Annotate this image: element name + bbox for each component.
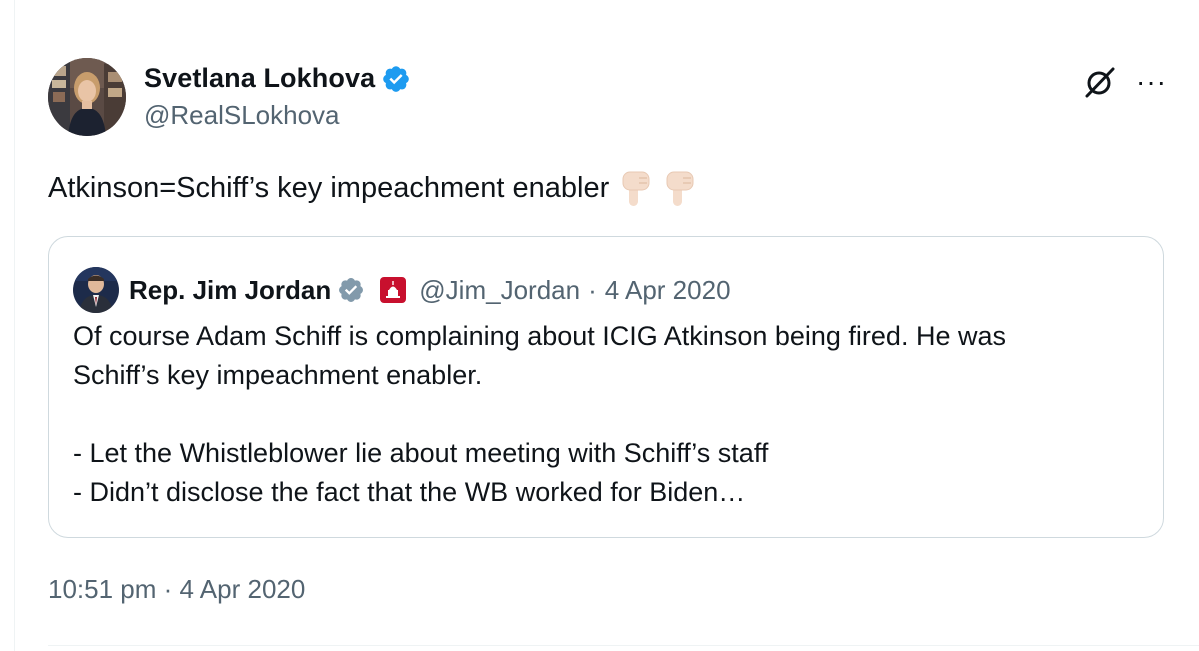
quoted-text-line: - Let the Whistleblower lie about meetin… [73,438,769,468]
quoted-tweet-text: Of course Adam Schiff is complaining abo… [73,317,1143,512]
quoted-author-avatar[interactable] [73,267,119,313]
quoted-tweet-date[interactable]: 4 Apr 2020 [605,275,731,306]
tweet-header: Svetlana Lokhova @RealSLokhova [48,58,411,136]
tweet-time[interactable]: 10:51 pm [48,574,156,604]
quoted-tweet-header: Rep. Jim Jordan @Jim_Jordan · 4 Apr 2020 [73,267,731,313]
us-capitol-badge-icon[interactable] [379,276,407,304]
quoted-tweet-card[interactable]: Rep. Jim Jordan @Jim_Jordan · 4 Apr 2020… [48,236,1164,538]
divider [48,645,1199,646]
separator-dot: · [163,574,173,604]
tweet-text: Atkinson=Schiff’s key impeachment enable… [48,168,697,208]
more-icon[interactable]: ··· [1136,68,1167,96]
pointing-down-emoji-icon [619,168,653,208]
timeline-border [14,0,15,651]
tweet-timestamp: 10:51 pm · 4 Apr 2020 [48,574,305,605]
tweet-text-content: Atkinson=Schiff’s key impeachment enable… [48,171,610,204]
quoted-text-line: Schiff’s key impeachment enabler. [73,360,483,390]
verified-badge-icon[interactable] [381,64,411,94]
quoted-author-handle[interactable]: @Jim_Jordan [419,275,580,306]
author-name[interactable]: Svetlana Lokhova [144,63,375,94]
pointing-down-emoji-icon [663,168,697,208]
separator-dot: · [588,274,597,305]
author-avatar[interactable] [48,58,126,136]
grok-icon[interactable] [1082,64,1118,100]
author-handle[interactable]: @RealSLokhova [144,100,411,131]
tweet-actions-top: ··· [1082,64,1167,100]
quoted-author-name[interactable]: Rep. Jim Jordan [129,275,331,306]
quoted-text-line: Of course Adam Schiff is complaining abo… [73,321,1006,351]
tweet-date[interactable]: 4 Apr 2020 [180,574,306,604]
gray-verified-badge-icon[interactable] [337,276,365,304]
quoted-text-line: - Didn’t disclose the fact that the WB w… [73,477,746,507]
